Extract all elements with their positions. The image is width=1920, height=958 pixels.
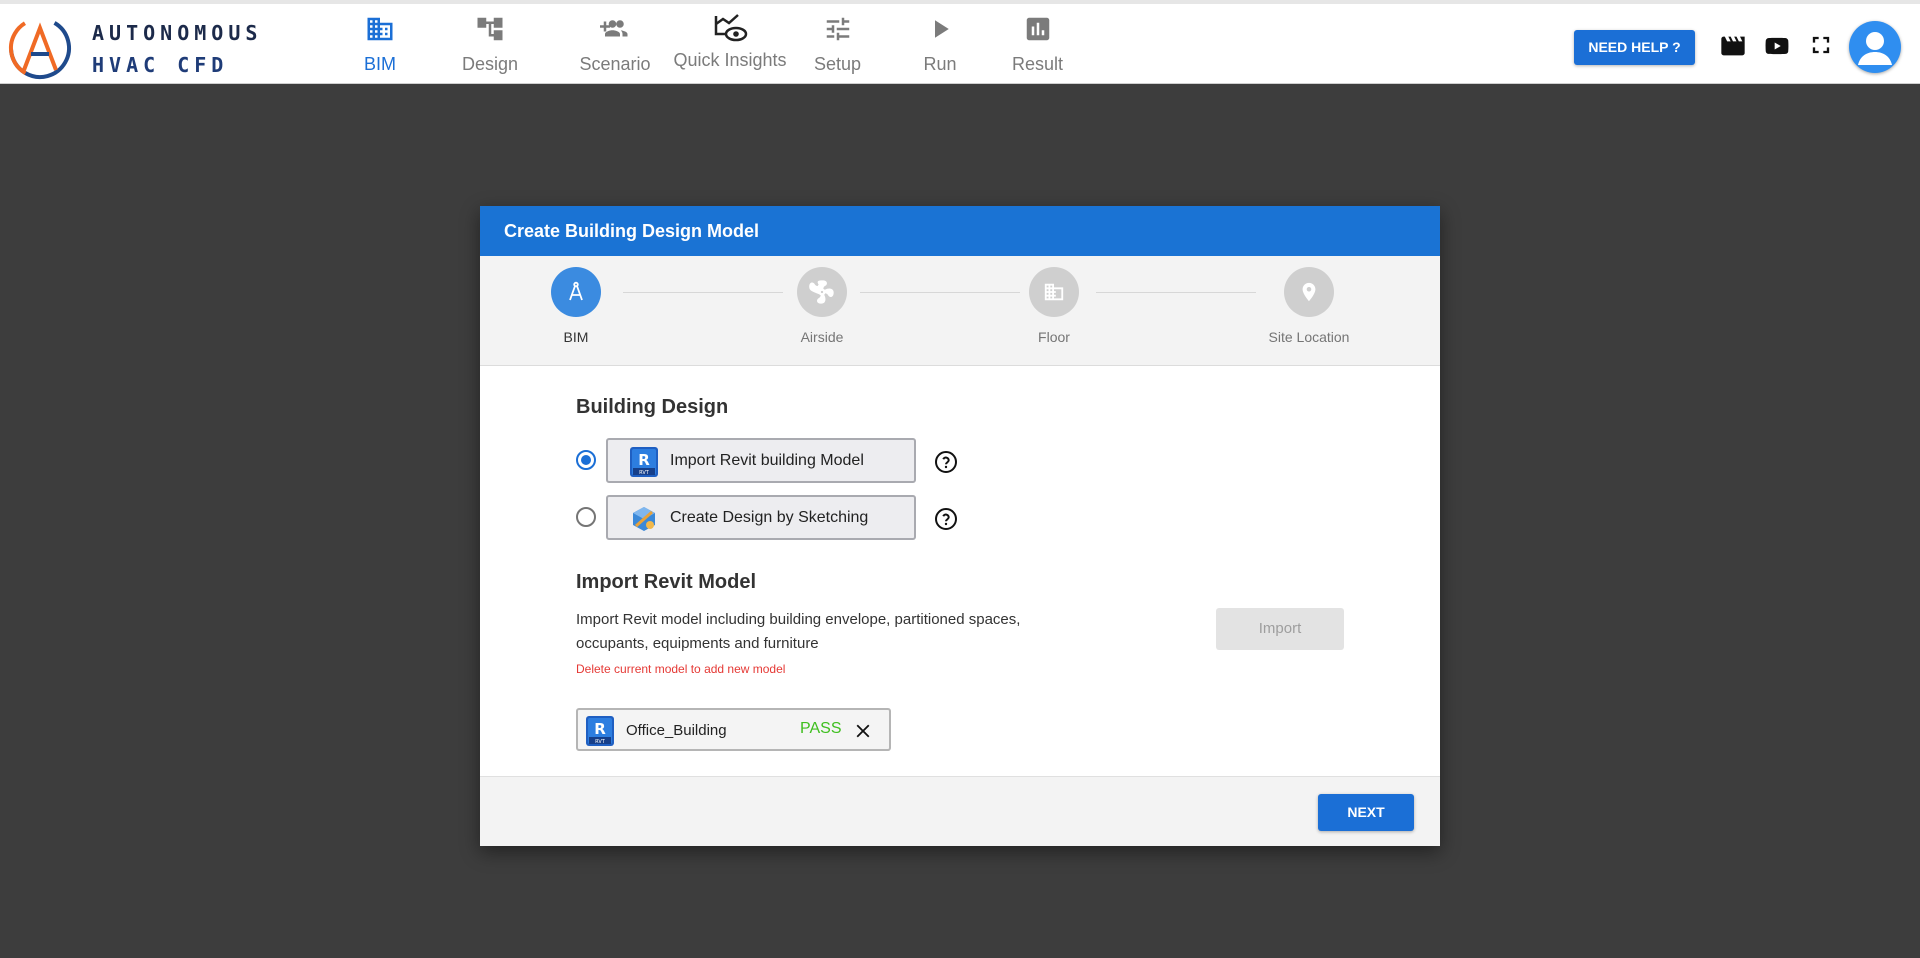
delete-model-warning: Delete current model to add new model <box>576 662 786 676</box>
add-people-icon <box>555 14 675 54</box>
nav-item-setup[interactable]: Setup <box>800 4 875 84</box>
nav-label-result: Result <box>1011 54 1064 74</box>
create-sketch-option-button[interactable]: Create Design by Sketching <box>606 495 916 540</box>
sliders-icon <box>800 14 875 54</box>
stepper: BIM Airside Floor Site Location <box>480 256 1440 366</box>
insight-eye-icon <box>662 12 798 52</box>
play-icon <box>910 14 970 54</box>
radio-import-revit[interactable] <box>576 450 596 470</box>
step-connector <box>623 292 783 293</box>
step-label-airside: Airside <box>800 329 844 345</box>
step-bim[interactable]: BIM <box>516 267 636 345</box>
import-button[interactable]: Import <box>1216 608 1344 650</box>
location-pin-icon <box>1284 267 1334 317</box>
file-status-badge: PASS <box>800 720 842 737</box>
radio-create-sketch[interactable] <box>576 507 596 527</box>
nav-label-bim: BIM <box>363 54 396 74</box>
youtube-icon[interactable] <box>1761 32 1793 65</box>
step-connector <box>1096 292 1256 293</box>
help-circle-icon[interactable] <box>934 450 958 479</box>
svg-text:RVT: RVT <box>639 470 650 476</box>
import-revit-option-label: Import Revit building Model <box>670 452 864 469</box>
nav-item-result[interactable]: Result <box>1000 4 1075 84</box>
nav-label-design: Design <box>461 54 519 74</box>
nav-item-design[interactable]: Design <box>440 4 540 84</box>
create-building-dialog: Create Building Design Model BIM Airside… <box>480 206 1440 846</box>
building-design-title: Building Design <box>576 396 729 418</box>
create-sketch-option-label: Create Design by Sketching <box>670 509 869 526</box>
compass-icon <box>551 267 601 317</box>
top-bar: AUTONOMOUS HVAC CFD BIM Design Scenario <box>0 0 1920 84</box>
nav-item-scenario[interactable]: Scenario <box>555 4 675 84</box>
nav-label-setup: Setup <box>813 54 862 74</box>
help-circle-icon[interactable] <box>934 507 958 536</box>
logo-text-line1: AUTONOMOUS <box>92 21 263 45</box>
clapperboard-icon[interactable] <box>1718 32 1748 65</box>
step-site-location[interactable]: Site Location <box>1249 267 1369 345</box>
next-button[interactable]: NEXT <box>1318 794 1414 831</box>
nav-label-quick-insights: Quick Insights <box>673 50 787 70</box>
step-label-bim: BIM <box>563 329 589 345</box>
hierarchy-icon <box>440 14 540 54</box>
close-icon[interactable] <box>852 720 874 747</box>
user-avatar-icon[interactable] <box>1849 21 1901 73</box>
app-logo[interactable]: AUTONOMOUS HVAC CFD <box>6 12 276 82</box>
revit-icon-letter: R <box>594 720 606 738</box>
dialog-content: Building Design R RVT Import Revit buildi… <box>480 366 1440 776</box>
nav-item-run[interactable]: Run <box>910 4 970 84</box>
building-icon <box>1029 267 1079 317</box>
nav-item-quick-insights[interactable]: Quick Insights <box>662 4 798 84</box>
revit-icon-sub: RVT <box>595 739 606 745</box>
logo-mark-icon <box>9 17 71 79</box>
need-help-button[interactable]: NEED HELP ? <box>1574 30 1695 65</box>
step-floor[interactable]: Floor <box>994 267 1114 345</box>
building-icon <box>340 14 420 54</box>
import-revit-title: Import Revit Model <box>576 571 757 593</box>
import-revit-option-button[interactable]: R RVT Import Revit building Model <box>606 438 916 483</box>
fan-icon <box>797 267 847 317</box>
step-label-site-location: Site Location <box>1268 329 1350 345</box>
file-name: Office_Building <box>626 722 727 739</box>
uploaded-file-chip: R RVT Office_Building PASS <box>576 708 891 751</box>
svg-text:R: R <box>638 451 650 469</box>
logo-text-line2: HVAC CFD <box>92 53 229 77</box>
dialog-title: Create Building Design Model <box>480 206 1440 256</box>
bar-chart-icon <box>1000 14 1075 54</box>
fullscreen-icon[interactable] <box>1807 31 1835 64</box>
revit-icon: R RVT <box>630 447 658 482</box>
nav-label-scenario: Scenario <box>579 54 651 74</box>
nav-label-run: Run <box>923 54 957 74</box>
import-revit-description: Import Revit model including building en… <box>576 611 1021 652</box>
sketch-icon <box>630 504 658 539</box>
step-airside[interactable]: Airside <box>762 267 882 345</box>
step-label-floor: Floor <box>1038 329 1070 345</box>
revit-icon: R RVT <box>586 716 614 751</box>
dialog-footer: NEXT <box>480 776 1440 846</box>
nav-item-bim[interactable]: BIM <box>340 4 420 84</box>
